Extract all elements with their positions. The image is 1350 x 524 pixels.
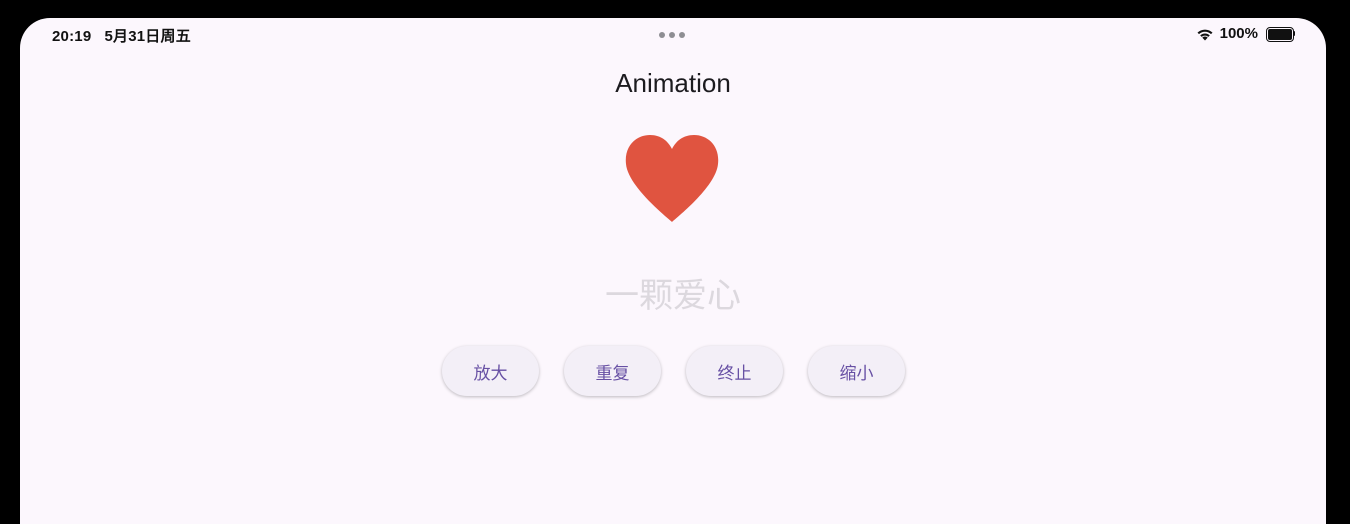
button-row: 放大 重复 终止 缩小 [442, 346, 905, 396]
wifi-icon [1196, 27, 1214, 41]
app-window: 20:19 5月31日周五 100% Animation 一颗爱心 放大 重复 … [20, 18, 1326, 524]
status-indicators: 100% [1196, 25, 1295, 42]
status-bar: 20:19 5月31日周五 100% [20, 18, 1326, 50]
repeat-button[interactable]: 重复 [564, 346, 661, 396]
stop-button[interactable]: 终止 [686, 346, 783, 396]
status-time: 20:19 5月31日周五 [52, 25, 191, 46]
clock-time: 20:19 [52, 28, 92, 45]
battery-percent: 100% [1219, 25, 1258, 42]
multitasking-dots-icon[interactable] [659, 32, 685, 38]
shrink-button[interactable]: 缩小 [808, 346, 905, 396]
page-title: Animation [615, 68, 731, 98]
heart-icon [622, 132, 722, 227]
enlarge-button[interactable]: 放大 [442, 346, 539, 396]
clock-date: 5月31日周五 [104, 28, 191, 45]
battery-icon [1266, 27, 1295, 42]
heart-caption: 一颗爱心 [605, 276, 741, 316]
